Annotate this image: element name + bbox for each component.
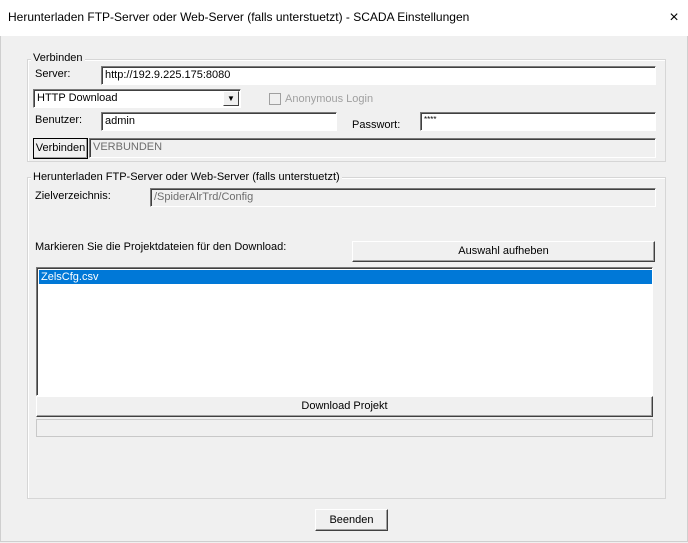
connection-status-field: VERBUNDEN [89, 138, 656, 158]
list-item[interactable]: ZelsCfg.csv [39, 270, 652, 284]
download-progress-bar [36, 419, 653, 437]
protocol-select-value: HTTP Download [37, 92, 118, 104]
connect-button[interactable]: Verbinden [33, 138, 88, 159]
server-label: Server: [35, 68, 71, 80]
window-title: Herunterladen FTP-Server oder Web-Server… [8, 10, 470, 24]
project-file-list[interactable]: ZelsCfg.csv [36, 267, 653, 396]
close-button[interactable]: Beenden [315, 509, 388, 531]
password-label: Passwort: [352, 119, 401, 131]
server-input[interactable]: http://192.9.225.175:8080 [101, 66, 656, 85]
password-input[interactable]: **** [420, 112, 656, 131]
download-group-legend: Herunterladen FTP-Server oder Web-Server… [31, 171, 342, 183]
mark-files-label: Markieren Sie die Projektdateien für den… [35, 241, 287, 253]
deselect-button[interactable]: Auswahl aufheben [352, 241, 655, 262]
title-bar: Herunterladen FTP-Server oder Web-Server… [0, 0, 688, 36]
user-input[interactable]: admin [101, 112, 337, 131]
user-label: Benutzer: [35, 114, 83, 126]
anonymous-login-checkbox[interactable] [269, 93, 281, 105]
close-icon[interactable]: × [660, 5, 688, 31]
protocol-select[interactable]: HTTP Download ▼ [33, 89, 241, 108]
connect-group-legend: Verbinden [31, 52, 85, 64]
target-directory-field: /SpiderAlrTrd/Config [150, 188, 656, 207]
download-project-button[interactable]: Download Projekt [36, 396, 653, 417]
chevron-down-icon[interactable]: ▼ [223, 91, 239, 106]
anonymous-login-label: Anonymous Login [285, 93, 374, 105]
target-directory-label: Zielverzeichnis: [35, 190, 111, 202]
